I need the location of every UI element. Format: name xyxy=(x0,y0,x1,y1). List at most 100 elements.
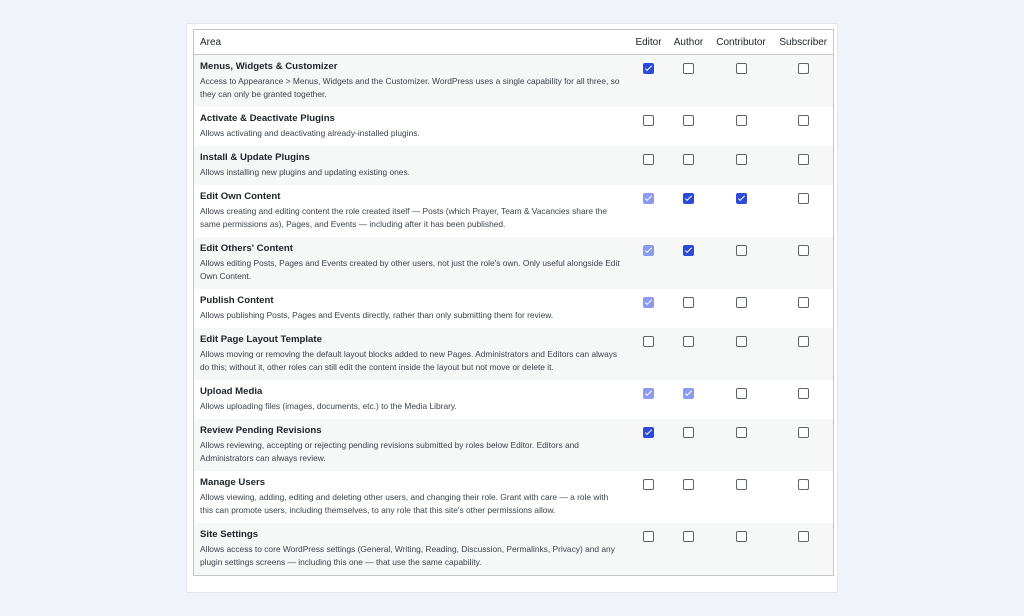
area-cell: Edit Page Layout Template Allows moving o… xyxy=(194,328,629,380)
subscriber-cell xyxy=(774,107,834,146)
editor-cell xyxy=(629,289,669,328)
author-cell xyxy=(669,471,709,523)
author-cell xyxy=(669,419,709,471)
header-editor: Editor xyxy=(628,29,669,55)
author-cell xyxy=(669,380,709,419)
row-description: Allows publishing Posts, Pages and Event… xyxy=(200,310,554,320)
row-description: Access to Appearance > Menus, Widgets an… xyxy=(200,76,620,99)
contributor-cell xyxy=(709,380,774,419)
author-checkbox xyxy=(683,388,694,399)
area-cell: Activate & Deactivate Plugins Allows acti… xyxy=(194,107,629,146)
editor-checkbox[interactable] xyxy=(643,479,654,490)
subscriber-checkbox[interactable] xyxy=(797,115,809,126)
editor-cell xyxy=(629,523,669,576)
author-cell xyxy=(669,107,709,146)
contributor-checkbox[interactable] xyxy=(735,115,747,126)
header-area: Area xyxy=(193,29,629,55)
author-checkbox[interactable] xyxy=(683,63,694,74)
editor-cell xyxy=(629,471,669,523)
subscriber-cell xyxy=(774,289,834,328)
author-checkbox[interactable] xyxy=(683,427,694,438)
row-title: Edit Own Content xyxy=(200,191,281,202)
editor-cell xyxy=(629,146,669,185)
table-row: Site Settings Allows access to core WordP… xyxy=(193,523,834,576)
row-description: Allows uploading files (images, document… xyxy=(200,401,457,411)
author-checkbox[interactable] xyxy=(683,479,694,490)
author-checkbox[interactable] xyxy=(683,336,694,347)
contributor-checkbox[interactable] xyxy=(735,531,747,542)
contributor-checkbox[interactable] xyxy=(735,479,747,490)
row-title: Activate & Deactivate Plugins xyxy=(200,113,335,124)
subscriber-checkbox[interactable] xyxy=(797,193,809,204)
row-title: Install & Update Plugins xyxy=(200,152,310,163)
editor-checkbox[interactable] xyxy=(643,336,654,347)
editor-checkbox[interactable] xyxy=(643,427,654,438)
editor-checkbox[interactable] xyxy=(643,531,654,542)
table-row: Edit Own Content Allows creating and edit… xyxy=(194,185,834,237)
author-checkbox[interactable] xyxy=(683,193,694,204)
subscriber-checkbox[interactable] xyxy=(797,427,809,438)
table-row: Manage Users Allows viewing, adding, edit… xyxy=(194,471,834,523)
table-row: Upload Media Allows uploading files (imag… xyxy=(194,380,834,419)
contributor-checkbox[interactable] xyxy=(735,336,747,347)
row-title: Site Settings xyxy=(200,529,259,540)
editor-checkbox[interactable] xyxy=(643,154,654,165)
contributor-checkbox[interactable] xyxy=(735,245,747,256)
author-checkbox[interactable] xyxy=(683,154,694,165)
contributor-checkbox[interactable] xyxy=(735,427,747,438)
author-checkbox[interactable] xyxy=(683,531,694,542)
contributor-cell xyxy=(709,328,774,380)
author-cell xyxy=(669,289,709,328)
subscriber-checkbox[interactable] xyxy=(797,479,809,490)
editor-checkbox xyxy=(643,193,654,204)
table-row: Install & Update Plugins Allows installin… xyxy=(193,146,834,185)
subscriber-checkbox[interactable] xyxy=(797,245,809,256)
subscriber-checkbox[interactable] xyxy=(797,297,809,308)
row-description: Allows access to core WordPress settings… xyxy=(200,544,615,567)
row-title: Review Pending Revisions xyxy=(200,425,322,436)
row-description: Allows moving or removing the default la… xyxy=(200,349,618,372)
header-contributor: Contributor xyxy=(708,29,774,55)
row-title: Menus, Widgets & Customizer xyxy=(200,61,338,72)
contributor-checkbox[interactable] xyxy=(735,154,747,165)
contributor-checkbox[interactable] xyxy=(735,297,747,308)
subscriber-cell xyxy=(774,55,834,108)
row-title: Upload Media xyxy=(200,386,263,397)
subscriber-checkbox[interactable] xyxy=(797,531,809,542)
editor-checkbox[interactable] xyxy=(643,63,654,74)
author-checkbox[interactable] xyxy=(683,297,694,308)
contributor-cell xyxy=(709,471,774,523)
editor-checkbox xyxy=(643,297,654,308)
editor-cell xyxy=(629,328,669,380)
author-checkbox[interactable] xyxy=(683,115,694,126)
table-row: Publish Content Allows publishing Posts, … xyxy=(194,289,834,328)
subscriber-checkbox[interactable] xyxy=(797,63,809,74)
contributor-cell xyxy=(709,419,774,471)
contributor-checkbox[interactable] xyxy=(735,193,747,204)
contributor-checkbox[interactable] xyxy=(735,388,747,399)
subscriber-checkbox[interactable] xyxy=(797,388,809,399)
subscriber-checkbox[interactable] xyxy=(797,336,809,347)
editor-cell xyxy=(629,107,669,146)
table-row: Edit Page Layout Template Allows moving o… xyxy=(193,328,834,380)
editor-checkbox[interactable] xyxy=(643,115,654,126)
row-description: Allows installing new plugins and updati… xyxy=(200,167,410,177)
table-body: Menus, Widgets & Customizer Access to App… xyxy=(193,54,834,576)
table-header-row: Area Editor Author Contributor Subscribe… xyxy=(193,29,834,55)
subscriber-cell xyxy=(774,471,834,523)
author-checkbox[interactable] xyxy=(683,245,694,256)
row-description: Allows activating and deactivating alrea… xyxy=(200,128,420,138)
contributor-checkbox[interactable] xyxy=(735,63,747,74)
area-cell: Install & Update Plugins Allows installin… xyxy=(194,146,629,185)
editor-cell xyxy=(629,380,669,419)
row-title: Edit Page Layout Template xyxy=(200,334,322,345)
subscriber-cell xyxy=(774,380,834,419)
editor-cell xyxy=(629,419,669,471)
author-cell xyxy=(669,185,709,237)
row-description: Allows viewing, adding, editing and dele… xyxy=(200,492,609,515)
area-cell: Site Settings Allows access to core WordP… xyxy=(194,523,629,576)
area-cell: Review Pending Revisions Allows reviewing… xyxy=(194,419,629,471)
subscriber-checkbox[interactable] xyxy=(797,154,809,165)
permissions-table: Area Editor Author Contributor Subscribe… xyxy=(193,29,834,576)
row-title: Publish Content xyxy=(200,295,274,306)
